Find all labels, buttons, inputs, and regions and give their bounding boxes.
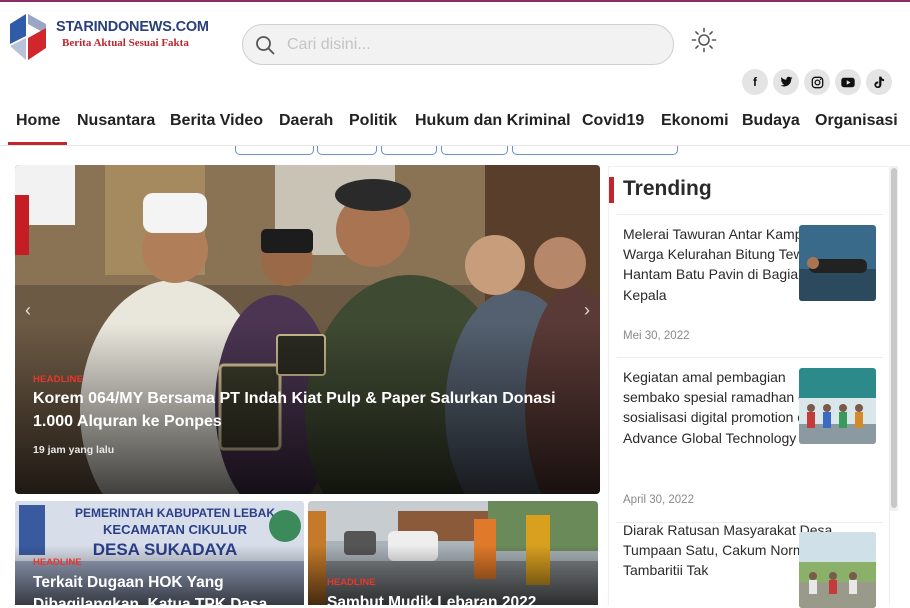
site-name: STARINDONEWS.COM: [56, 19, 209, 35]
social-links: f: [742, 69, 892, 97]
chevron-right-icon[interactable]: ›: [576, 295, 598, 325]
hero-category-tag: HEADLINE: [33, 374, 84, 385]
trending-heading: Trending: [623, 177, 712, 200]
nav-item-covid19[interactable]: Covid19: [582, 112, 644, 130]
nav-item-budaya[interactable]: Budaya: [742, 112, 800, 130]
trending-panel: Trending Melerai Tawuran Antar Kampung, …: [608, 166, 890, 608]
main-nav: Home Nusantara Berita Video Daerah Polit…: [0, 108, 910, 146]
tag-pill[interactable]: [441, 146, 508, 155]
nav-item-politik[interactable]: Politik: [349, 112, 397, 130]
card-title[interactable]: Terkait Dugaan HOK Yang: [33, 572, 224, 593]
nav-active-indicator: [8, 142, 67, 145]
nav-item-home[interactable]: Home: [16, 112, 60, 130]
svg-text:PEMERINTAH KABUPATEN LEBAK: PEMERINTAH KABUPATEN LEBAK: [75, 506, 275, 520]
facebook-icon[interactable]: f: [742, 69, 768, 95]
trending-accent-bar: [609, 177, 614, 203]
sun-icon[interactable]: [691, 27, 717, 53]
tag-pills-row: [0, 146, 910, 156]
tag-pill[interactable]: [235, 146, 314, 155]
nav-item-ekonomi[interactable]: Ekonomi: [661, 112, 729, 130]
tag-pill[interactable]: [317, 146, 377, 155]
site-tagline: Berita Aktual Sesuai Fakta: [62, 37, 189, 49]
nav-item-daerah[interactable]: Daerah: [279, 112, 333, 130]
instagram-icon[interactable]: [804, 69, 830, 95]
sidebar-scrollbar[interactable]: [890, 166, 898, 511]
trending-item-thumbnail[interactable]: [799, 368, 876, 444]
trending-item-thumbnail[interactable]: [799, 532, 876, 608]
card-category-tag: HEADLINE: [327, 577, 376, 588]
tag-pill[interactable]: [512, 146, 678, 155]
trending-item-date: Mei 30, 2022: [623, 330, 690, 342]
nav-item-hukum-dan-kriminal[interactable]: Hukum dan Kriminal: [415, 112, 571, 130]
search-input[interactable]: [287, 33, 657, 57]
nav-item-nusantara[interactable]: Nusantara: [77, 112, 155, 130]
nav-item-berita-video[interactable]: Berita Video: [170, 112, 263, 130]
hero-timestamp: 19 jam yang lalu: [33, 444, 115, 456]
news-card[interactable]: HEADLINE Sambut Mudik Lebaran 2022: [308, 501, 598, 605]
logo-mark-icon: [10, 14, 46, 60]
tiktok-icon[interactable]: [866, 69, 892, 95]
tag-pill[interactable]: [381, 146, 437, 155]
nav-item-organisasi[interactable]: Organisasi: [815, 112, 898, 130]
trending-item-date: April 30, 2022: [623, 494, 694, 506]
hero-title[interactable]: Korem 064/MY Bersama PT Indah Kiat Pulp …: [33, 387, 593, 433]
card-title-line2[interactable]: Dibagilangkan, Katua TPK Dasa: [33, 594, 267, 605]
divider: [617, 357, 883, 358]
svg-text:KECAMATAN CIKULUR: KECAMATAN CIKULUR: [103, 522, 248, 537]
youtube-icon[interactable]: [835, 69, 861, 95]
top-accent-line: [0, 0, 910, 2]
scrollbar-thumb[interactable]: [891, 168, 897, 508]
trending-item-thumbnail[interactable]: [799, 225, 876, 301]
divider: [617, 214, 883, 215]
news-card[interactable]: PEMERINTAH KABUPATEN LEBAK KECAMATAN CIK…: [15, 501, 304, 605]
site-logo[interactable]: STARINDONEWS.COM Berita Aktual Sesuai Fa…: [8, 12, 209, 64]
hero-slide[interactable]: ‹ › HEADLINE Korem 064/MY Bersama PT Ind…: [15, 165, 600, 494]
card-category-tag: HEADLINE: [33, 557, 82, 568]
chevron-left-icon[interactable]: ‹: [17, 295, 39, 325]
search-icon[interactable]: [255, 35, 275, 55]
card-title[interactable]: Sambut Mudik Lebaran 2022: [327, 592, 536, 605]
search-bar[interactable]: [242, 24, 674, 65]
twitter-icon[interactable]: [773, 69, 799, 95]
